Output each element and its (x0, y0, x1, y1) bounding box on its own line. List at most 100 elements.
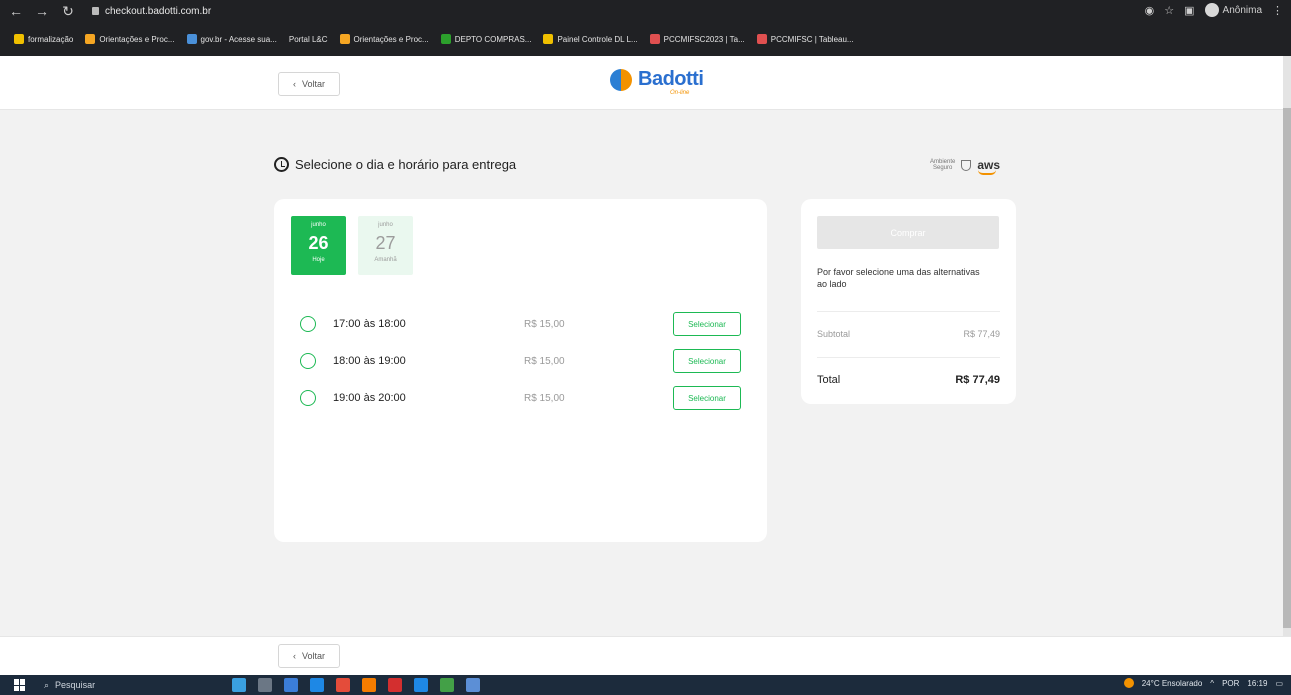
date-tile-today[interactable]: junho 26 Hoje (291, 216, 346, 275)
select-slot-button[interactable]: Selecionar (673, 386, 741, 410)
file-explorer-icon[interactable] (284, 678, 298, 692)
select-slot-button[interactable]: Selecionar (673, 312, 741, 336)
windows-start-icon[interactable] (14, 679, 26, 691)
bookmark-item[interactable]: formalização (14, 34, 73, 44)
clock-time[interactable]: 16:19 (1247, 679, 1267, 688)
bookmark-item[interactable]: gov.br - Acesse sua... (186, 34, 277, 44)
date-month: junho (378, 222, 393, 228)
slot-time: 19:00 às 20:00 (333, 392, 406, 404)
taskbar-search-placeholder: Pesquisar (55, 680, 96, 690)
edge-icon[interactable] (310, 678, 324, 692)
shield-icon (961, 159, 972, 171)
back-label: Voltar (301, 79, 325, 89)
back-button-footer[interactable]: ‹ Voltar (278, 644, 340, 668)
date-day: 26 (308, 233, 329, 253)
total-value: R$ 77,49 (955, 374, 1000, 386)
eye-icon[interactable]: ◉ (1145, 4, 1155, 17)
widgets-icon[interactable] (232, 678, 246, 692)
taskbar-search[interactable]: ⌕ Pesquisar (44, 680, 194, 691)
word-icon[interactable] (466, 678, 480, 692)
chrome-icon[interactable] (336, 678, 350, 692)
slot-time: 17:00 às 18:00 (333, 318, 406, 330)
subtotal-label: Subtotal (817, 329, 851, 339)
reload-icon[interactable]: ↻ (58, 3, 78, 20)
scrollbar[interactable] (1283, 56, 1291, 636)
weather-text[interactable]: 24°C Ensolarado (1142, 679, 1203, 688)
bookmark-item[interactable]: Portal L&C (289, 35, 328, 44)
slot-price: R$ 15,00 (524, 392, 565, 404)
taskbar-apps (232, 678, 480, 692)
chevron-up-icon[interactable]: ^ (1210, 679, 1214, 688)
star-icon[interactable]: ☆ (1164, 4, 1174, 17)
slot-radio[interactable] (300, 353, 316, 369)
bookmark-label: formalização (28, 34, 74, 44)
bookmark-favicon-icon (756, 34, 767, 44)
sidepanel-icon[interactable]: ▣ (1184, 4, 1194, 17)
bookmark-item[interactable]: PCCMIFSC | Tableau... (756, 34, 854, 44)
time-slot-row: 18:00 às 19:00 R$ 15,00 Selecionar (300, 348, 744, 374)
acrobat-icon[interactable] (388, 678, 402, 692)
site-footer: ‹ Voltar (0, 636, 1291, 675)
date-label: Hoje (312, 257, 325, 263)
badotti-logo[interactable]: Badotti On-line (610, 68, 704, 96)
date-label: Amanhã (374, 257, 397, 263)
divider (817, 357, 1000, 358)
profile-button[interactable]: Anônima (1204, 3, 1262, 17)
logo-text: Badotti (638, 68, 704, 90)
app-icon[interactable] (414, 678, 428, 692)
buy-button[interactable]: Comprar (817, 216, 999, 249)
secure-text-line-2: Seguro (933, 165, 953, 171)
bookmark-label: PCCMIFSC | Tableau... (770, 34, 854, 44)
time-slot-row: 19:00 às 20:00 R$ 15,00 Selecionar (300, 385, 744, 411)
browser-actions: ◉ ☆ ▣ Anônima ⋮ (1145, 3, 1283, 17)
incognito-icon (1204, 3, 1219, 17)
weather-icon (1123, 678, 1134, 688)
bookmark-item[interactable]: Painel Controle DL L... (543, 34, 638, 44)
delivery-schedule-card: junho 26 Hoje junho 27 Amanhã 17:00 às 1… (274, 199, 767, 542)
page-title: Selecione o dia e horário para entrega (274, 157, 516, 172)
firefox-icon[interactable] (362, 678, 376, 692)
excel-icon[interactable] (440, 678, 454, 692)
slot-time: 18:00 às 19:00 (333, 355, 406, 367)
bookmark-item[interactable]: PCCMIFSC2023 | Ta... (649, 34, 745, 44)
order-summary-card: Comprar Por favor selecione uma das alte… (801, 199, 1016, 404)
subtotal-value: R$ 77,49 (963, 329, 1000, 339)
back-arrow-icon[interactable]: ← (6, 3, 26, 19)
system-tray: 24°C Ensolarado ^ POR 16:19 ▭ (1123, 678, 1283, 688)
select-slot-button[interactable]: Selecionar (673, 349, 741, 373)
back-button[interactable]: ‹ Voltar (278, 72, 340, 96)
notification-icon[interactable]: ▭ (1275, 679, 1283, 688)
scrollbar-thumb[interactable] (1283, 108, 1291, 628)
bookmark-favicon-icon (543, 34, 554, 44)
language-label[interactable]: POR (1222, 679, 1239, 688)
page-title-text: Selecione o dia e horário para entrega (295, 157, 517, 172)
secure-text: Ambiente Seguro (930, 159, 955, 171)
address-bar[interactable]: checkout.badotti.com.br (92, 6, 211, 17)
menu-icon[interactable]: ⋮ (1272, 4, 1283, 17)
date-month: junho (311, 222, 326, 228)
forward-arrow-icon[interactable]: → (32, 3, 52, 19)
bookmark-label: Portal L&C (288, 34, 328, 44)
bookmark-favicon-icon (14, 34, 24, 44)
windows-taskbar: ⌕ Pesquisar 24°C Ensolarado ^ POR 16:19 … (0, 675, 1291, 695)
date-day: 27 (375, 233, 396, 253)
divider (817, 311, 1000, 312)
bookmark-item[interactable]: Orientações e Proc... (339, 34, 429, 44)
slot-price: R$ 15,00 (524, 355, 565, 367)
url-text: checkout.badotti.com.br (105, 5, 212, 17)
lock-icon (92, 7, 99, 15)
date-tile-tomorrow[interactable]: junho 27 Amanhã (358, 216, 413, 275)
task-view-icon[interactable] (258, 678, 272, 692)
slot-radio[interactable] (300, 390, 316, 406)
bookmark-label: DEPTO COMPRAS... (454, 34, 532, 44)
chevron-left-icon: ‹ (292, 651, 296, 661)
bookmark-item[interactable]: DEPTO COMPRAS... (440, 34, 532, 44)
slot-radio[interactable] (300, 316, 316, 332)
browser-chrome: ← → ↻ checkout.badotti.com.br ◉ ☆ ▣ Anôn… (0, 0, 1291, 56)
site-header: ‹ Voltar Badotti On-line (0, 56, 1283, 110)
bookmark-label: PCCMIFSC2023 | Ta... (663, 34, 745, 44)
bookmarks-bar: formalização Orientações e Proc... gov.br … (0, 22, 1291, 56)
bookmark-favicon-icon (440, 34, 451, 44)
bookmark-favicon-icon (85, 34, 96, 44)
bookmark-item[interactable]: Orientações e Proc... (85, 34, 175, 44)
